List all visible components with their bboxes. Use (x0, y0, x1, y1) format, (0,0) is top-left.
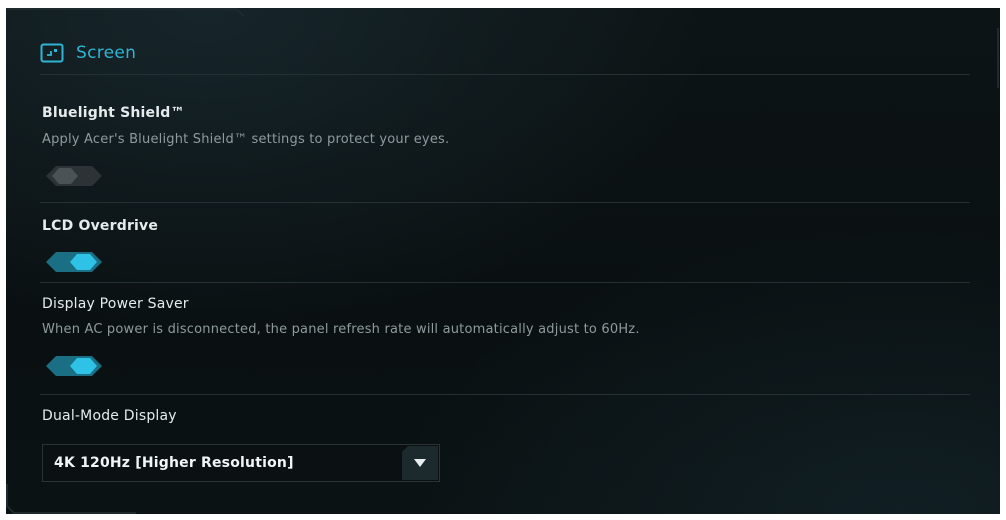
divider-1 (40, 202, 970, 203)
divider-3 (40, 394, 970, 395)
display-power-saver-description: When AC power is disconnected, the panel… (42, 322, 640, 337)
header-divider (40, 74, 970, 75)
top-left-corner-decoration (6, 8, 245, 17)
bluelight-shield-toggle[interactable] (46, 166, 102, 186)
divider-2 (40, 282, 970, 283)
dual-mode-display-dropdown[interactable]: 4K 120Hz [Higher Resolution] (42, 444, 440, 482)
screen-icon (40, 43, 64, 63)
dropdown-selected-value: 4K 120Hz [Higher Resolution] (54, 455, 294, 471)
screen-settings-panel: Screen Bluelight Shield™ Apply Acer's Bl… (6, 8, 1000, 514)
lcd-overdrive-toggle[interactable] (46, 252, 102, 272)
section-title: Screen (76, 43, 137, 63)
dual-mode-display-title: Dual-Mode Display (42, 408, 177, 424)
bluelight-shield-title: Bluelight Shield™ (42, 105, 185, 121)
right-edge-decoration (997, 28, 999, 88)
section-header: Screen (40, 40, 136, 66)
display-power-saver-toggle[interactable] (46, 356, 102, 376)
bluelight-shield-description: Apply Acer's Bluelight Shield™ settings … (42, 132, 450, 147)
bottom-left-corner-decoration (6, 484, 136, 514)
dropdown-arrow-icon[interactable] (402, 446, 438, 480)
display-power-saver-title: Display Power Saver (42, 296, 189, 312)
lcd-overdrive-title: LCD Overdrive (42, 218, 159, 234)
